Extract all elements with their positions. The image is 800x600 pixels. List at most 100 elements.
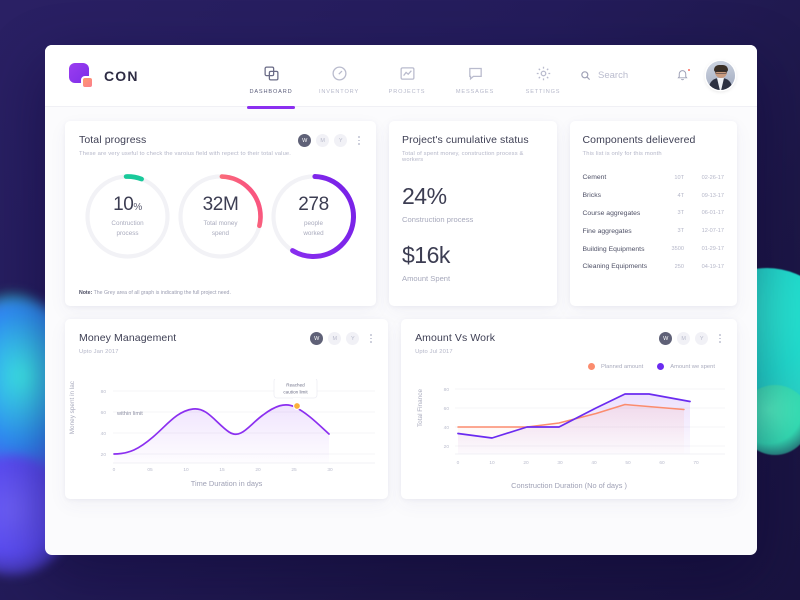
nav-label-projects: PROJECTS: [388, 88, 426, 95]
nav-label-settings: SETTINGS: [525, 88, 561, 95]
component-date: 09-13-17: [701, 192, 724, 199]
svg-text:Reached: Reached: [286, 383, 305, 388]
amount-vs-work-legend: Planned amount Amount we spent: [415, 363, 723, 370]
component-date: 06-01-17: [701, 210, 724, 217]
cumulative-subtitle: Total of spent money, construction proce…: [402, 151, 524, 163]
svg-text:15: 15: [219, 467, 225, 473]
svg-text:60: 60: [444, 406, 450, 412]
card-menu-button[interactable]: [717, 332, 723, 344]
search-box[interactable]: [580, 70, 660, 81]
component-qty: 4T: [677, 192, 684, 199]
component-date: 12-07-17: [701, 228, 724, 235]
amount-x-axis-title: Construction Duration (No of days ): [511, 481, 627, 490]
pill-week[interactable]: W: [310, 332, 324, 345]
components-list: Cement 10T 02-26-17 Bricks 4T 09-13-17 C…: [583, 169, 725, 276]
svg-text:30: 30: [557, 460, 563, 466]
nav-item-dashboard[interactable]: DASHBOARD: [237, 57, 305, 109]
svg-text:80: 80: [444, 387, 450, 393]
within-limit-label: within limit: [116, 411, 143, 417]
amount-vs-work-header: Amount Vs Work Upto Jul 2017 W M Y: [415, 332, 723, 355]
search-icon: [581, 71, 591, 81]
nav-label-dashboard: DASHBOARD: [249, 88, 293, 95]
component-name: Fine aggregates: [582, 227, 632, 235]
money-management-header: Money Management Upto Jan 2017 W M Y: [79, 332, 374, 355]
copy-icon: [263, 65, 279, 81]
svg-text:05: 05: [147, 467, 153, 473]
table-row[interactable]: Bricks 4T 09-13-17: [583, 187, 725, 205]
notification-badge: [687, 68, 691, 72]
ring-label-money: Total money spend: [203, 220, 238, 237]
avatar[interactable]: [706, 61, 735, 90]
top-navigation-bar: CON DASHBOARD INVENTORY PROJECTS MESSAGE…: [45, 45, 757, 109]
nav-item-inventory[interactable]: INVENTORY: [305, 57, 373, 95]
money-management-subtitle: Upto Jan 2017: [79, 349, 119, 355]
nav-item-projects[interactable]: PROJECTS: [373, 57, 441, 95]
chat-icon: [468, 67, 482, 80]
svg-text:40: 40: [591, 460, 597, 466]
pill-year[interactable]: Y: [346, 332, 360, 345]
pill-week[interactable]: W: [659, 332, 673, 345]
ring-value-people: 278: [298, 194, 329, 216]
logo-square-icon: [69, 62, 95, 89]
legend-label-planned: Planned amount: [600, 363, 644, 370]
pill-month[interactable]: M: [328, 332, 342, 345]
progress-note: Note: The Grey area of all graph is indi…: [79, 290, 231, 296]
nav-item-settings[interactable]: SETTINGS: [509, 57, 577, 95]
page-title: Total progress: [79, 134, 147, 146]
svg-text:10: 10: [489, 460, 495, 466]
table-row[interactable]: Fine aggregates 3T 12-07-17: [583, 222, 725, 240]
pill-month[interactable]: M: [316, 134, 330, 147]
brand-logo[interactable]: CON: [69, 62, 219, 89]
ring-construction-process: 10% Contruction process: [81, 170, 174, 263]
cumulative-metric-amount: $16k Amount Spent: [402, 244, 544, 284]
amount-vs-work-title: Amount Vs Work: [415, 332, 496, 344]
notifications-button[interactable]: [676, 68, 691, 83]
component-qty: 3T: [677, 228, 684, 235]
table-row[interactable]: Building Equipments 3500 01-29-17: [583, 240, 725, 258]
component-name: Building Equipments: [582, 245, 645, 253]
caution-tooltip: Reached caution limit: [273, 379, 318, 403]
pill-week[interactable]: W: [298, 134, 312, 147]
note-text: The Grey area of all graph is indicating…: [93, 290, 231, 296]
svg-text:25: 25: [291, 467, 297, 473]
metric-value-construction: 24%: [402, 183, 447, 209]
pill-year[interactable]: Y: [334, 134, 348, 147]
component-name: Cleaning Equipments: [582, 263, 648, 271]
money-management-chart: 80 60 40 20 0 05 10 15 20 25 30 within l…: [101, 379, 375, 473]
money-management-title: Money Management: [79, 332, 177, 344]
nav-item-messages[interactable]: MESSAGES: [441, 57, 509, 95]
component-name: Cement: [582, 174, 607, 182]
range-pills-progress: W M Y: [298, 134, 362, 147]
progress-rings: 10% Contruction process 32M Total money …: [79, 170, 362, 263]
svg-text:40: 40: [101, 431, 107, 437]
table-row[interactable]: Cement 10T 02-26-17: [583, 169, 725, 187]
nav-label-messages: MESSAGES: [455, 88, 495, 95]
table-row[interactable]: Course aggregates 3T 06-01-17: [583, 205, 725, 223]
legend-label-spent: Amount we spent: [670, 363, 715, 370]
total-progress-header: Total progress These are very useful to …: [79, 134, 362, 157]
components-delivered-card: Components delievered This list is only …: [569, 121, 737, 306]
components-title: Components delievered: [582, 134, 696, 146]
dashboard-content: Total progress These are very useful to …: [45, 107, 757, 499]
svg-text:50: 50: [625, 460, 631, 466]
total-progress-subtitle: These are very useful to check the varoi…: [79, 151, 292, 157]
pill-year[interactable]: Y: [695, 332, 709, 345]
total-progress-card: Total progress These are very useful to …: [65, 121, 376, 306]
card-menu-button[interactable]: [368, 332, 374, 344]
ring-total-money-spend: 32M Total money spend: [174, 170, 267, 263]
svg-text:caution limit: caution limit: [283, 390, 308, 395]
dashboard-row-top: Total progress These are very useful to …: [65, 121, 737, 306]
cumulative-metric-construction: 24% Construction process: [402, 183, 544, 225]
money-y-axis-title: Money spent in lac: [69, 381, 76, 435]
note-label: Note:: [79, 290, 93, 296]
component-date: 04-19-17: [701, 263, 724, 270]
pill-month[interactable]: M: [677, 332, 691, 345]
card-menu-button[interactable]: [356, 134, 362, 146]
ring-label-people: people worked: [303, 220, 324, 237]
svg-text:20: 20: [523, 460, 529, 466]
svg-text:20: 20: [101, 452, 107, 458]
components-subtitle: This list is only for this month: [582, 151, 662, 157]
search-input[interactable]: [598, 70, 660, 81]
ring-label-construction: Contruction process: [111, 220, 144, 237]
table-row[interactable]: Cleaning Equipments 250 04-19-17: [583, 258, 725, 276]
